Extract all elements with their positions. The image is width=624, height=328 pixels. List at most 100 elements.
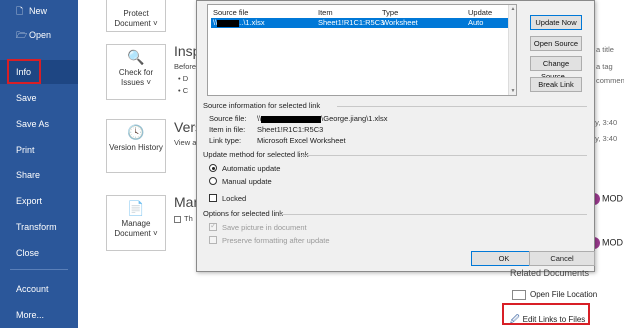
col-header-item: Item	[318, 8, 333, 17]
nav-item-open-label: Open	[29, 30, 52, 40]
manage-document-label: Manage Document ˅	[114, 219, 158, 238]
ok-button[interactable]: OK	[471, 251, 537, 266]
locked-checkbox[interactable]	[209, 194, 217, 202]
cancel-button[interactable]: Cancel	[529, 251, 595, 266]
col-header-source: Source file	[213, 8, 249, 17]
nav-item-print[interactable]: Print	[0, 139, 78, 161]
check-for-issues-label: Check for Issues ˅	[118, 68, 154, 87]
automatic-update-radio[interactable]	[209, 164, 217, 172]
check-for-issues-tile[interactable]: 🔍 Check for Issues ˅	[106, 44, 166, 100]
manual-update-radio[interactable]	[209, 177, 217, 185]
locked-label: Locked	[222, 194, 247, 203]
automatic-update-label: Automatic update	[222, 164, 281, 173]
open-source-button[interactable]: Open Source	[530, 36, 582, 51]
break-link-button[interactable]: Break Link	[530, 77, 582, 92]
nav-item-account[interactable]: Account	[0, 278, 78, 300]
nav-item-transform-label: Transform	[16, 222, 57, 232]
history-icon: 🕓	[127, 124, 145, 140]
edit-links-dialog: Source file Item Type Update \\ ..\1.xlsx…	[196, 0, 595, 272]
options-divider	[279, 214, 587, 215]
nav-item-save-as[interactable]: Save As	[0, 113, 78, 135]
link-source-tail: ..\1.xlsx	[239, 18, 265, 27]
save-picture-label: Save picture in document	[222, 223, 307, 232]
source-file-value: \\ \George.jiang\1.xlsx	[257, 114, 387, 123]
nav-item-share[interactable]: Share	[0, 164, 78, 186]
source-file-label: Source file:	[209, 114, 247, 123]
nav-item-transform[interactable]: Transform	[0, 216, 78, 238]
nav-item-save-label: Save	[16, 93, 37, 103]
nav-item-close[interactable]: Close	[0, 242, 78, 264]
manage-document-tile[interactable]: 📄 Manage Document ˅	[106, 195, 166, 251]
nav-item-print-label: Print	[16, 145, 35, 155]
open-file-location-link[interactable]: Open File Location	[512, 290, 597, 300]
listbox-scrollbar[interactable]: ▲ ▼	[508, 5, 516, 95]
link-source-cell: \\ ..\1.xlsx	[213, 18, 265, 28]
inspect-before-text: Before	[174, 62, 197, 71]
scroll-up-icon[interactable]: ▲	[509, 6, 517, 12]
edit-links-highlight-box	[502, 303, 590, 325]
nav-item-export[interactable]: Export	[0, 190, 78, 212]
scroll-down-icon[interactable]: ▼	[509, 88, 517, 94]
source-info-group-label: Source information for selected link	[203, 101, 321, 110]
new-doc-icon: 🗋	[16, 6, 24, 16]
protect-document-label: Protect Document ˅	[114, 9, 158, 28]
open-file-location-label: Open File Location	[530, 290, 598, 300]
inspect-bullet-1-text: D	[182, 74, 189, 83]
author-badge-1-text: MOD	[602, 193, 623, 204]
protect-document-tile[interactable]: Protect Document ˅	[106, 0, 166, 32]
col-header-update: Update	[468, 8, 493, 17]
nav-item-new-label: New	[29, 6, 48, 16]
nav-item-save[interactable]: Save	[0, 87, 78, 109]
source-file-row: Source file: \\ \George.jiang\1.xlsx	[209, 114, 387, 123]
nav-divider	[10, 269, 68, 270]
nav-item-share-label: Share	[16, 170, 41, 180]
nav-item-open[interactable]: 🗁 Open	[0, 24, 78, 46]
property-tag-fragment: a tag	[596, 62, 613, 71]
version-view-text: View a	[174, 138, 197, 147]
redaction-block	[261, 115, 322, 123]
manage-doc-small-icon	[174, 215, 181, 223]
save-picture-checkbox[interactable]	[209, 221, 217, 231]
manage-line-label: Th	[184, 214, 193, 223]
update-now-button[interactable]: Update Now	[530, 15, 582, 30]
folder-icon	[512, 290, 526, 300]
inspect-bullet-1: • D	[178, 74, 189, 83]
links-listbox[interactable]: Source file Item Type Update \\ ..\1.xlsx…	[207, 4, 517, 96]
folder-icon: 🗁	[16, 30, 28, 40]
nav-item-account-label: Account	[16, 284, 49, 294]
version-history-tile[interactable]: 🕓 Version History	[106, 119, 166, 173]
nav-item-more[interactable]: More...	[0, 304, 78, 326]
item-in-file-row: Item in file: Sheet1!R1C1:R5C3	[209, 125, 323, 134]
item-in-file-label: Item in file:	[209, 125, 246, 134]
link-type-row: Link type: Microsoft Excel Worksheet	[209, 136, 346, 145]
link-type-label: Link type:	[209, 136, 242, 145]
change-source-button[interactable]: Change Source...	[530, 56, 582, 81]
link-update-cell: Auto	[468, 18, 484, 27]
options-group-label: Options for selected link	[203, 209, 284, 218]
property-comment-fragment: commen	[596, 76, 624, 85]
nav-item-close-label: Close	[16, 248, 40, 258]
check-document-icon: 🔍	[127, 49, 145, 65]
redaction-block	[217, 19, 240, 27]
author-badge-2-text: MOD	[602, 237, 623, 248]
manual-update-label: Manual update	[222, 177, 272, 186]
related-documents-heading: Related Documents	[510, 268, 590, 278]
nav-item-new[interactable]: 🗋 New	[0, 0, 78, 22]
update-method-group-label: Update method for selected link	[203, 150, 309, 159]
manage-line-text: Th	[174, 214, 193, 223]
update-method-divider	[301, 155, 587, 156]
link-type-cell: Worksheet	[382, 18, 418, 27]
info-highlight-box	[7, 59, 41, 84]
link-type-value: Microsoft Excel Worksheet	[257, 136, 346, 145]
nav-item-more-label: More...	[16, 310, 45, 320]
inspect-bullet-2-text: C	[182, 86, 189, 95]
item-in-file-value: Sheet1!R1C1:R5C3	[257, 125, 324, 134]
preserve-formatting-checkbox[interactable]	[209, 236, 217, 244]
backstage-nav: 🗋 New 🗁 Open Info Save Save As Print Share…	[0, 0, 78, 328]
link-item-cell: Sheet1!R1C1:R5C3	[318, 18, 385, 27]
col-header-type: Type	[382, 8, 399, 17]
preserve-formatting-label: Preserve formatting after update	[222, 236, 330, 245]
inspect-bullet-2: • C	[178, 86, 189, 95]
nav-item-export-label: Export	[16, 196, 43, 206]
property-title-fragment: a title	[596, 45, 614, 54]
